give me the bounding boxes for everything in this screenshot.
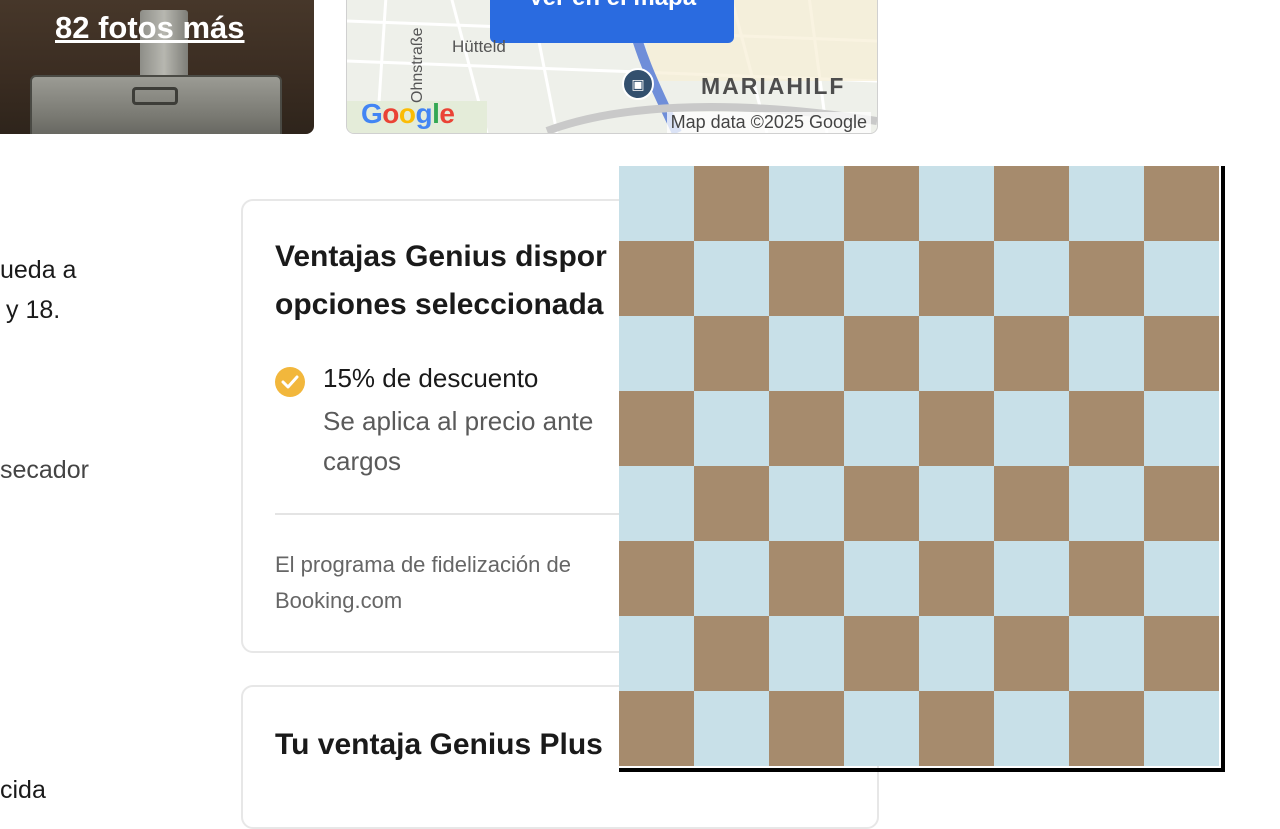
board-square (994, 316, 1069, 391)
board-square (1144, 616, 1219, 691)
board-square (994, 691, 1069, 766)
view-on-map-button[interactable]: Ver en el mapa (490, 0, 734, 43)
suitcase-image (30, 75, 282, 134)
photo-gallery-tile[interactable]: 82 fotos más (0, 0, 314, 134)
board-square (994, 166, 1069, 241)
genius-card-title-line-2: opciones seleccionada (275, 288, 604, 321)
board-square (844, 541, 919, 616)
board-square (619, 691, 694, 766)
board-square (1144, 316, 1219, 391)
board-square (619, 391, 694, 466)
left-text-line-1: ueda a (0, 256, 77, 284)
map-street-label-2: Hütteld (452, 37, 506, 56)
board-square (994, 241, 1069, 316)
board-square (619, 241, 694, 316)
board-square (1069, 316, 1144, 391)
board-square (769, 241, 844, 316)
benefit-title: 15% de descuento (323, 363, 539, 393)
checkerboard-overlay (619, 166, 1225, 772)
board-square (1069, 166, 1144, 241)
board-square (769, 391, 844, 466)
board-square (844, 166, 919, 241)
map-preview[interactable]: Ver en el mapa ▣ MARIAHILF Ohnstraße Hüt… (346, 0, 878, 134)
board-square (919, 616, 994, 691)
board-square (844, 691, 919, 766)
check-circle-icon (275, 367, 305, 397)
board-square (844, 616, 919, 691)
board-square (919, 391, 994, 466)
board-square (694, 691, 769, 766)
board-square (619, 466, 694, 541)
board-square (1069, 691, 1144, 766)
board-square (1144, 166, 1219, 241)
board-square (1144, 466, 1219, 541)
board-square (844, 391, 919, 466)
board-square (994, 391, 1069, 466)
board-square (694, 541, 769, 616)
more-photos-link[interactable]: 82 fotos más (55, 10, 245, 46)
board-square (619, 541, 694, 616)
board-square (919, 541, 994, 616)
genius-card-title-line-1: Ventajas Genius dispor (275, 240, 607, 273)
board-square (1069, 616, 1144, 691)
board-square (769, 166, 844, 241)
board-square (694, 316, 769, 391)
board-square (919, 166, 994, 241)
board-square (769, 616, 844, 691)
board-square (1069, 541, 1144, 616)
map-district-label: MARIAHILF (701, 73, 846, 99)
board-square (994, 466, 1069, 541)
board-square (619, 166, 694, 241)
board-square (694, 241, 769, 316)
map-attribution: Map data ©2025 Google (666, 112, 871, 133)
map-street-label: Ohnstraße (409, 27, 426, 103)
board-square (769, 691, 844, 766)
suitcase-handle (132, 87, 178, 105)
board-square (694, 166, 769, 241)
board-square (1069, 466, 1144, 541)
board-square (844, 466, 919, 541)
left-text-line-4: cida (0, 776, 46, 804)
board-square (694, 391, 769, 466)
board-square (769, 466, 844, 541)
board-square (919, 241, 994, 316)
board-square (769, 541, 844, 616)
board-square (694, 616, 769, 691)
board-square (919, 466, 994, 541)
board-square (994, 616, 1069, 691)
board-square (994, 541, 1069, 616)
google-logo: Google (361, 98, 455, 129)
board-square (919, 691, 994, 766)
metro-icon: ▣ (622, 68, 654, 100)
view-on-map-label: Ver en el mapa (528, 0, 696, 11)
board-square (919, 316, 994, 391)
board-square (1144, 241, 1219, 316)
board-square (844, 316, 919, 391)
board-square (694, 466, 769, 541)
left-text-line-3: secador (0, 456, 89, 484)
genius-plus-title: Tu ventaja Genius Plus (275, 728, 603, 761)
board-square (1069, 391, 1144, 466)
board-square (1144, 391, 1219, 466)
board-square (619, 616, 694, 691)
board-square (1144, 541, 1219, 616)
board-square (619, 316, 694, 391)
board-square (844, 241, 919, 316)
left-text-line-2: y 18. (6, 296, 61, 324)
board-square (1069, 241, 1144, 316)
board-square (1144, 691, 1219, 766)
board-square (769, 316, 844, 391)
